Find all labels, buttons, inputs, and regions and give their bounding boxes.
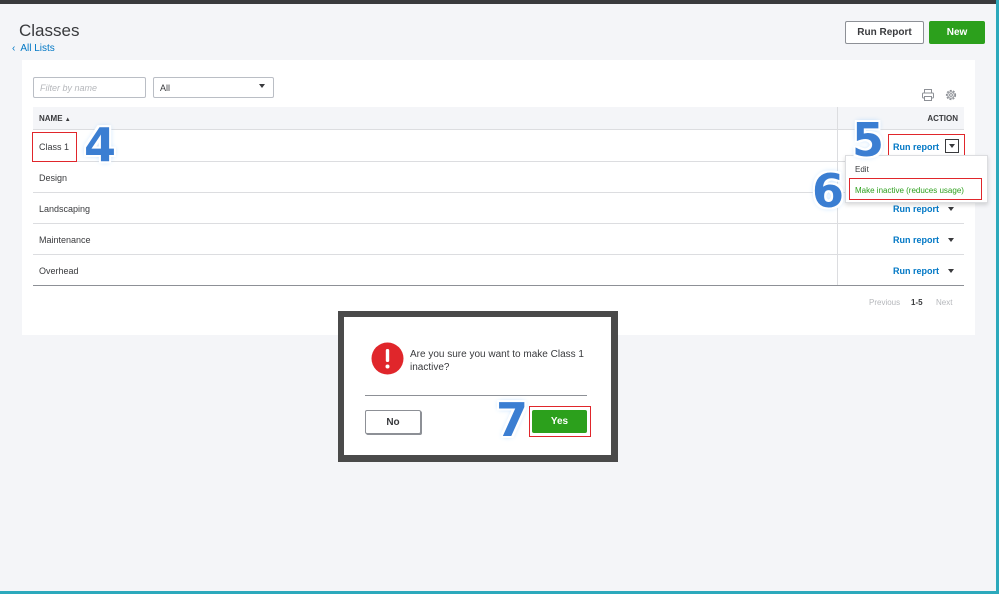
yes-highlight-box — [529, 406, 591, 437]
sort-up-icon: ▲ — [64, 117, 71, 123]
status-filter-value: All — [160, 83, 171, 93]
name-header-label: NAME — [39, 114, 63, 123]
chevron-left-icon: ‹ — [12, 43, 16, 54]
pagination-range: 1-5 — [911, 298, 923, 307]
run-report-button[interactable]: Run Report — [845, 21, 924, 44]
make-inactive-highlight-box — [849, 178, 982, 200]
pagination-next[interactable]: Next — [936, 298, 952, 307]
chevron-down-icon[interactable] — [948, 238, 954, 242]
dialog-message: Are you sure you want to make Class 1 in… — [410, 349, 584, 373]
no-button[interactable]: No — [365, 410, 421, 434]
name-column-header[interactable]: NAME ▲ — [39, 114, 71, 123]
row-name: Design — [39, 173, 68, 183]
alert-icon — [371, 342, 404, 375]
dialog-divider — [365, 395, 587, 396]
all-lists-link[interactable]: ‹ All Lists — [12, 43, 55, 54]
row-run-report-link[interactable]: Run report — [893, 204, 939, 214]
row-name: Overhead — [39, 266, 79, 276]
row-name: Maintenance — [39, 235, 91, 245]
step-6-annotation: 6 — [812, 164, 845, 218]
row-name: Landscaping — [39, 204, 91, 214]
row-run-report-link[interactable]: Run report — [893, 266, 939, 276]
class-1-highlight-box — [32, 132, 77, 162]
status-filter-select[interactable]: All — [153, 77, 274, 98]
chevron-down-icon[interactable] — [948, 269, 954, 273]
new-button[interactable]: New — [929, 21, 985, 44]
step-7-annotation: 7 — [496, 393, 529, 447]
row-run-report-link[interactable]: Run report — [893, 235, 939, 245]
chevron-down-icon[interactable] — [948, 207, 954, 211]
action-column-header: ACTION — [927, 114, 958, 123]
chevron-down-icon — [259, 84, 265, 88]
page-title: Classes — [19, 21, 80, 40]
print-icon[interactable] — [921, 88, 935, 102]
pagination-previous[interactable]: Previous — [869, 298, 900, 307]
step-4-annotation: 4 — [84, 118, 117, 172]
gear-icon[interactable] — [944, 88, 958, 102]
filter-by-name-input[interactable] — [33, 77, 146, 98]
step-5-annotation: 5 — [852, 113, 885, 167]
table-row: Class 1 Run report — [33, 131, 964, 162]
all-lists-label: All Lists — [20, 43, 55, 54]
top-bar — [0, 0, 999, 4]
table-row: Overhead Run report — [33, 255, 964, 286]
table-header: NAME ▲ ACTION — [33, 107, 964, 130]
table-row: Maintenance Run report — [33, 224, 964, 255]
